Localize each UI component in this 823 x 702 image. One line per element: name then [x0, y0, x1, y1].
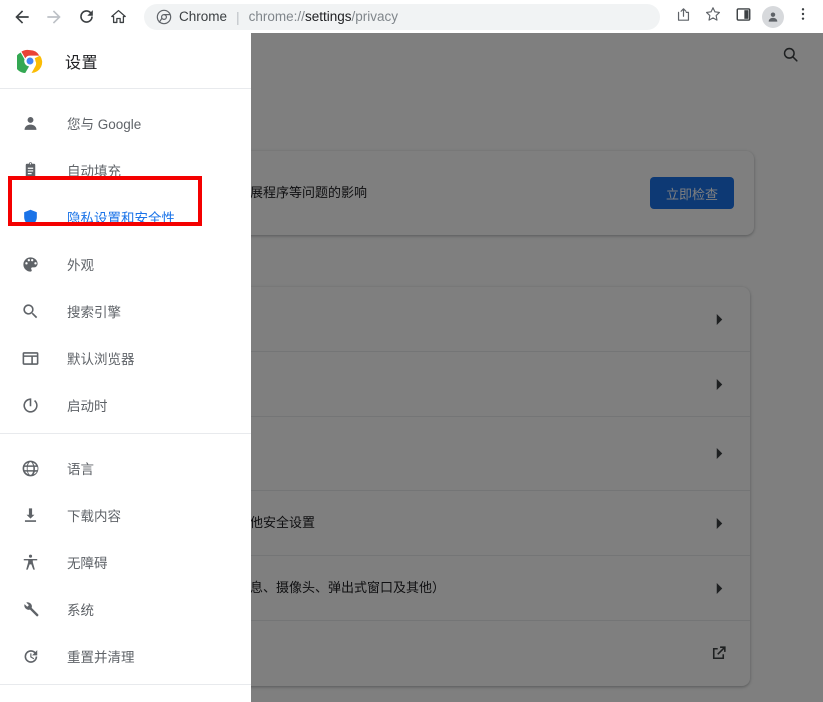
- sidebar-item-label: 系统: [67, 603, 94, 618]
- sidebar-item-label: 无障碍: [67, 556, 108, 571]
- url-path: /privacy: [351, 9, 398, 24]
- sidebar-item-label: 搜索引擎: [67, 305, 121, 320]
- profile-button[interactable]: [758, 2, 788, 32]
- sidebar-item-wrench[interactable]: 系统: [0, 589, 251, 629]
- sidebar-item-clipboard[interactable]: 自动填充: [0, 150, 251, 190]
- arrow-right-icon: [44, 7, 64, 27]
- bookmark-button[interactable]: [698, 2, 728, 32]
- share-button[interactable]: [668, 2, 698, 32]
- sidebar-item-browser-window[interactable]: 默认浏览器: [0, 338, 251, 378]
- sidebar-item-label: 重置并清理: [67, 650, 135, 665]
- sidebar-item-shield[interactable]: 隐私设置和安全性: [0, 197, 251, 237]
- back-button[interactable]: [6, 1, 38, 33]
- reload-icon: [77, 7, 96, 26]
- sidebar-item-label: 默认浏览器: [67, 352, 135, 367]
- home-icon: [109, 7, 128, 26]
- sidebar-item-label: 自动填充: [67, 164, 121, 179]
- browser-toolbar: Chrome | chrome://settings/privacy: [0, 0, 823, 33]
- sidebar-item-label: 您与 Google: [67, 117, 142, 132]
- sidebar-item-accessibility[interactable]: 无障碍: [0, 542, 251, 582]
- sidebar-item-search[interactable]: 搜索引擎: [0, 291, 251, 331]
- more-menu-icon: [795, 6, 811, 27]
- shield-icon: [20, 207, 40, 227]
- more-menu-button[interactable]: [788, 2, 818, 32]
- clipboard-icon: [20, 160, 40, 180]
- sidebar-item-palette[interactable]: 外观: [0, 244, 251, 284]
- arrow-left-icon: [12, 7, 32, 27]
- sidebar-item-globe[interactable]: 语言: [0, 448, 251, 488]
- palette-icon: [20, 254, 40, 274]
- search-icon: [20, 301, 40, 321]
- sidebar-item-label: 语言: [67, 462, 94, 477]
- sidebar-group: 扩展程序关于 Chrome: [0, 685, 251, 702]
- sidebar-groups: 您与 Google 自动填充隐私设置和安全性 外观搜索引擎默认浏览器启动时语言下载内…: [0, 89, 251, 702]
- sidebar-item-label: 隐私设置和安全性: [67, 211, 175, 226]
- wrench-icon: [20, 599, 40, 619]
- accessibility-icon: [20, 552, 40, 572]
- sidebar-title: 设置: [65, 54, 99, 72]
- sidebar-item-person[interactable]: 您与 Google: [0, 103, 251, 143]
- side-panel-icon: [735, 6, 752, 28]
- sidebar-item-label: 启动时: [67, 399, 108, 414]
- sidebar-group: 您与 Google 自动填充隐私设置和安全性 外观搜索引擎默认浏览器启动时: [0, 89, 251, 425]
- share-icon: [675, 6, 692, 28]
- browser-window: Chrome | chrome://settings/privacy 设置 您与…: [0, 0, 823, 702]
- forward-button[interactable]: [38, 1, 70, 33]
- omnibox-separator: |: [236, 8, 240, 25]
- browser-window-icon: [20, 348, 40, 368]
- settings-sidebar: 设置 您与 Google 自动填充隐私设置和安全性 外观搜索引擎默认浏览器启动时语言…: [0, 33, 251, 702]
- side-panel-button[interactable]: [728, 2, 758, 32]
- sidebar-group: 语言下载内容无障碍系统重置并清理: [0, 434, 251, 676]
- toolbar-actions: [668, 2, 823, 32]
- sidebar-item-download[interactable]: 下载内容: [0, 495, 251, 535]
- sidebar-item-label: 外观: [67, 258, 94, 273]
- sidebar-item-power[interactable]: 启动时: [0, 385, 251, 425]
- sidebar-item-label: 下载内容: [67, 509, 121, 524]
- bookmark-star-icon: [704, 5, 722, 28]
- omnibox-url: chrome://settings/privacy: [249, 9, 398, 24]
- home-button[interactable]: [102, 1, 134, 33]
- history-restore-icon: [20, 646, 40, 666]
- avatar: [762, 5, 784, 28]
- sidebar-item-history-restore[interactable]: 重置并清理: [0, 636, 251, 676]
- address-bar[interactable]: Chrome | chrome://settings/privacy: [144, 3, 660, 30]
- chrome-app-icon: [156, 9, 172, 25]
- reload-button[interactable]: [70, 1, 102, 33]
- power-icon: [20, 395, 40, 415]
- chrome-logo: [14, 48, 43, 74]
- globe-icon: [20, 458, 40, 478]
- omnibox-app-name: Chrome: [179, 9, 228, 24]
- url-scheme: chrome://: [248, 9, 305, 24]
- download-icon: [20, 505, 40, 525]
- settings-page: 免受数据泄露、不良扩展程序等问题的影响 立即检查 e、缓存及其他数据设置和安全控…: [0, 33, 823, 702]
- url-host: settings: [304, 9, 352, 24]
- sidebar-header: 设置: [0, 33, 251, 89]
- person-icon: [20, 113, 40, 133]
